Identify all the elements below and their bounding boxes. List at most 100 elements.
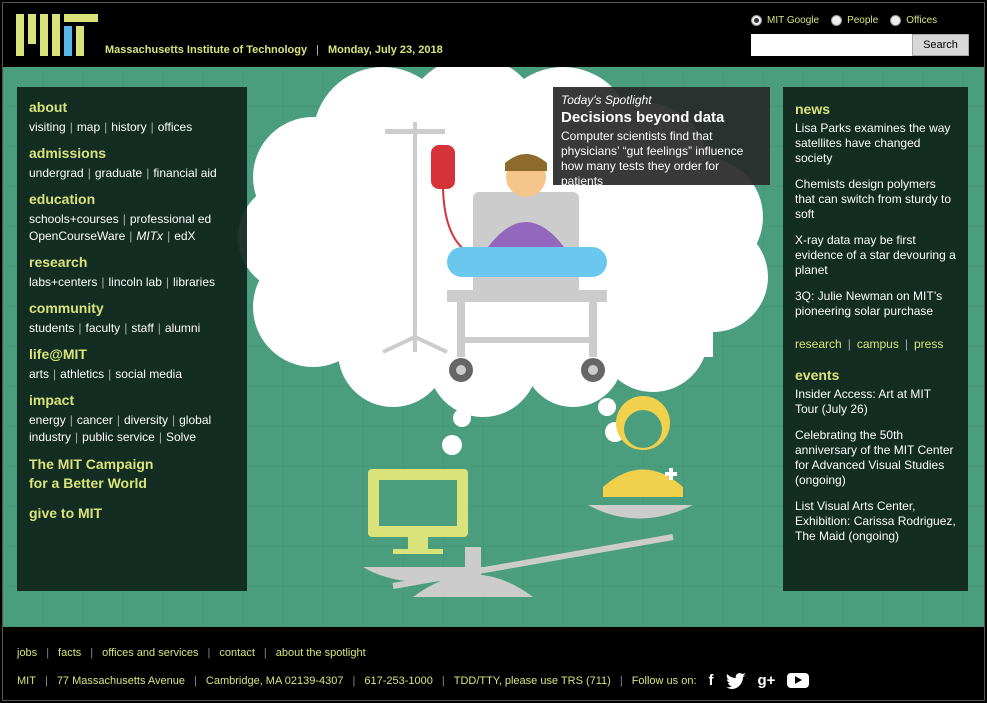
scope-option-offices[interactable]: Offices xyxy=(890,15,937,26)
social-icons: f g+ xyxy=(709,672,810,689)
nav-link[interactable]: diversity xyxy=(124,413,168,427)
site-footer: jobs | facts | offices and services | conta… xyxy=(3,627,984,700)
right-news-panel: news Lisa Parks examines the way satelli… xyxy=(783,87,968,591)
nav-section-education: education schools+courses | professional e… xyxy=(29,191,235,245)
nav-heading[interactable]: impact xyxy=(29,392,235,408)
nav-link[interactable]: faculty xyxy=(86,321,121,335)
nav-link[interactable]: edX xyxy=(174,229,195,243)
current-date: Monday, July 23, 2018 xyxy=(327,44,443,56)
give-to-mit-link[interactable]: give to MIT xyxy=(29,505,235,521)
nav-link[interactable]: financial aid xyxy=(153,166,216,180)
nav-section-community: community students | faculty | staff | alumni xyxy=(29,300,235,337)
nav-section-impact: impact energy | cancer | diversity | global ind… xyxy=(29,392,235,446)
nav-link[interactable]: students xyxy=(29,321,74,335)
footer-link-contact[interactable]: contact xyxy=(219,647,254,659)
nav-heading[interactable]: education xyxy=(29,191,235,207)
nav-heading[interactable]: community xyxy=(29,300,235,316)
footer-mit[interactable]: MIT xyxy=(17,675,36,687)
event-item[interactable]: List Visual Arts Center, Exhibition: Car… xyxy=(795,499,956,544)
nav-link[interactable]: MITx xyxy=(136,229,163,243)
nav-link[interactable]: visiting xyxy=(29,120,66,134)
footer-links: jobs | facts | offices and services | conta… xyxy=(17,647,366,659)
nav-link[interactable]: libraries xyxy=(173,275,215,289)
event-item[interactable]: Celebrating the 50th anniversary of the … xyxy=(795,428,956,488)
left-nav-panel: about visiting | map | history | offices admis… xyxy=(17,87,247,591)
scope-option-people[interactable]: People xyxy=(831,15,878,26)
search-input[interactable] xyxy=(751,34,912,56)
mit-logo-icon[interactable] xyxy=(16,14,98,56)
footer-link-jobs[interactable]: jobs xyxy=(17,647,37,659)
google-plus-icon[interactable]: g+ xyxy=(758,672,776,689)
footer-link-spotlight[interactable]: about the spotlight xyxy=(276,647,366,659)
nav-heading[interactable]: admissions xyxy=(29,145,235,161)
scope-option-mit-google[interactable]: MIT Google xyxy=(751,15,819,26)
nav-link[interactable]: Solve xyxy=(166,430,196,444)
nav-link[interactable]: arts xyxy=(29,367,49,381)
nav-link[interactable]: staff xyxy=(131,321,153,335)
nav-link[interactable]: graduate xyxy=(95,166,142,180)
main-area: about visiting | map | history | offices admis… xyxy=(3,67,984,627)
facebook-icon[interactable]: f xyxy=(709,672,714,689)
nav-link[interactable]: athletics xyxy=(60,367,104,381)
twitter-icon[interactable] xyxy=(725,672,746,689)
spotlight-title: Decisions beyond data xyxy=(561,109,725,126)
radio-icon[interactable] xyxy=(890,15,902,26)
event-item[interactable]: Insider Access: Art at MIT Tour (July 26… xyxy=(795,387,956,417)
news-item[interactable]: Lisa Parks examines the way satellites h… xyxy=(795,121,956,166)
nav-section-admissions: admissions undergrad | graduate | financial … xyxy=(29,145,235,182)
nav-heading[interactable]: life@MIT xyxy=(29,346,235,362)
nav-link[interactable]: lincoln lab xyxy=(109,275,162,289)
nav-link[interactable]: industry xyxy=(29,430,71,444)
news-item[interactable]: 3Q: Julie Newman on MIT’s pioneering sol… xyxy=(795,289,956,319)
nav-link[interactable]: schools+courses xyxy=(29,212,119,226)
nav-heading[interactable]: about xyxy=(29,99,235,115)
nav-link[interactable]: labs+centers xyxy=(29,275,97,289)
news-link-press[interactable]: press xyxy=(914,337,943,351)
nav-link[interactable]: OpenCourseWare xyxy=(29,229,125,243)
news-item[interactable]: X-ray data may be first evidence of a st… xyxy=(795,233,956,278)
footer-tdd[interactable]: TDD/TTY, please use TRS (711) xyxy=(454,675,611,687)
nav-section-research: research labs+centers | lincoln lab | librar… xyxy=(29,254,235,291)
nav-link[interactable]: alumni xyxy=(165,321,200,335)
nav-link[interactable]: energy xyxy=(29,413,66,427)
nav-link[interactable]: global xyxy=(179,413,211,427)
news-item[interactable]: Chemists design polymers that can switch… xyxy=(795,177,956,222)
spotlight-description: Computer scientists find that physicians… xyxy=(561,129,744,188)
scale-scene xyxy=(363,396,693,597)
org-name: Massachusetts Institute of Technology xyxy=(105,44,308,56)
radio-icon[interactable] xyxy=(831,15,843,26)
nav-link[interactable]: map xyxy=(77,120,100,134)
page-frame: Massachusetts Institute of Technology | Mo… xyxy=(2,2,985,701)
footer-contact: MIT | 77 Massachusetts Avenue | Cambridge,… xyxy=(17,672,810,689)
news-link-research[interactable]: research xyxy=(795,337,842,351)
search-button[interactable]: Search xyxy=(912,34,969,56)
nav-section-about: about visiting | map | history | offices xyxy=(29,99,235,136)
footer-phone: 617-253-1000 xyxy=(364,674,433,687)
search-scope-options: MIT Google People Offices xyxy=(751,15,937,26)
footer-city: Cambridge, MA 02139-4307 xyxy=(205,674,344,687)
nav-link[interactable]: public service xyxy=(82,430,155,444)
spotlight-caption[interactable]: Today's Spotlight Decisions beyond data … xyxy=(553,87,770,188)
radio-selected-icon[interactable] xyxy=(751,15,762,26)
campaign-link[interactable]: The MIT Campaign for a Better World xyxy=(29,455,235,493)
footer-address: 77 Massachusetts Avenue xyxy=(56,674,186,687)
nav-link[interactable]: professional ed xyxy=(130,212,211,226)
footer-follow: Follow us on: xyxy=(631,674,697,687)
events-heading: events xyxy=(795,367,840,383)
nav-link[interactable]: history xyxy=(111,120,146,134)
nav-heading[interactable]: research xyxy=(29,254,235,270)
nav-link[interactable]: offices xyxy=(158,120,192,134)
nav-link[interactable]: undergrad xyxy=(29,166,84,180)
nav-section-life: life@MIT arts | athletics | social media xyxy=(29,346,235,383)
nav-link[interactable]: cancer xyxy=(77,413,113,427)
news-heading: news xyxy=(795,101,831,117)
footer-link-offices[interactable]: offices and services xyxy=(102,647,198,659)
news-category-links: research | campus | press xyxy=(795,337,944,351)
site-header: Massachusetts Institute of Technology | Mo… xyxy=(3,3,984,67)
nav-link[interactable]: social media xyxy=(115,367,182,381)
header-org-line: Massachusetts Institute of Technology | Mo… xyxy=(105,44,443,56)
news-link-campus[interactable]: campus xyxy=(857,337,899,351)
footer-link-facts[interactable]: facts xyxy=(58,647,81,659)
youtube-icon[interactable] xyxy=(787,673,810,688)
spotlight-kicker: Today's Spotlight xyxy=(561,93,652,107)
